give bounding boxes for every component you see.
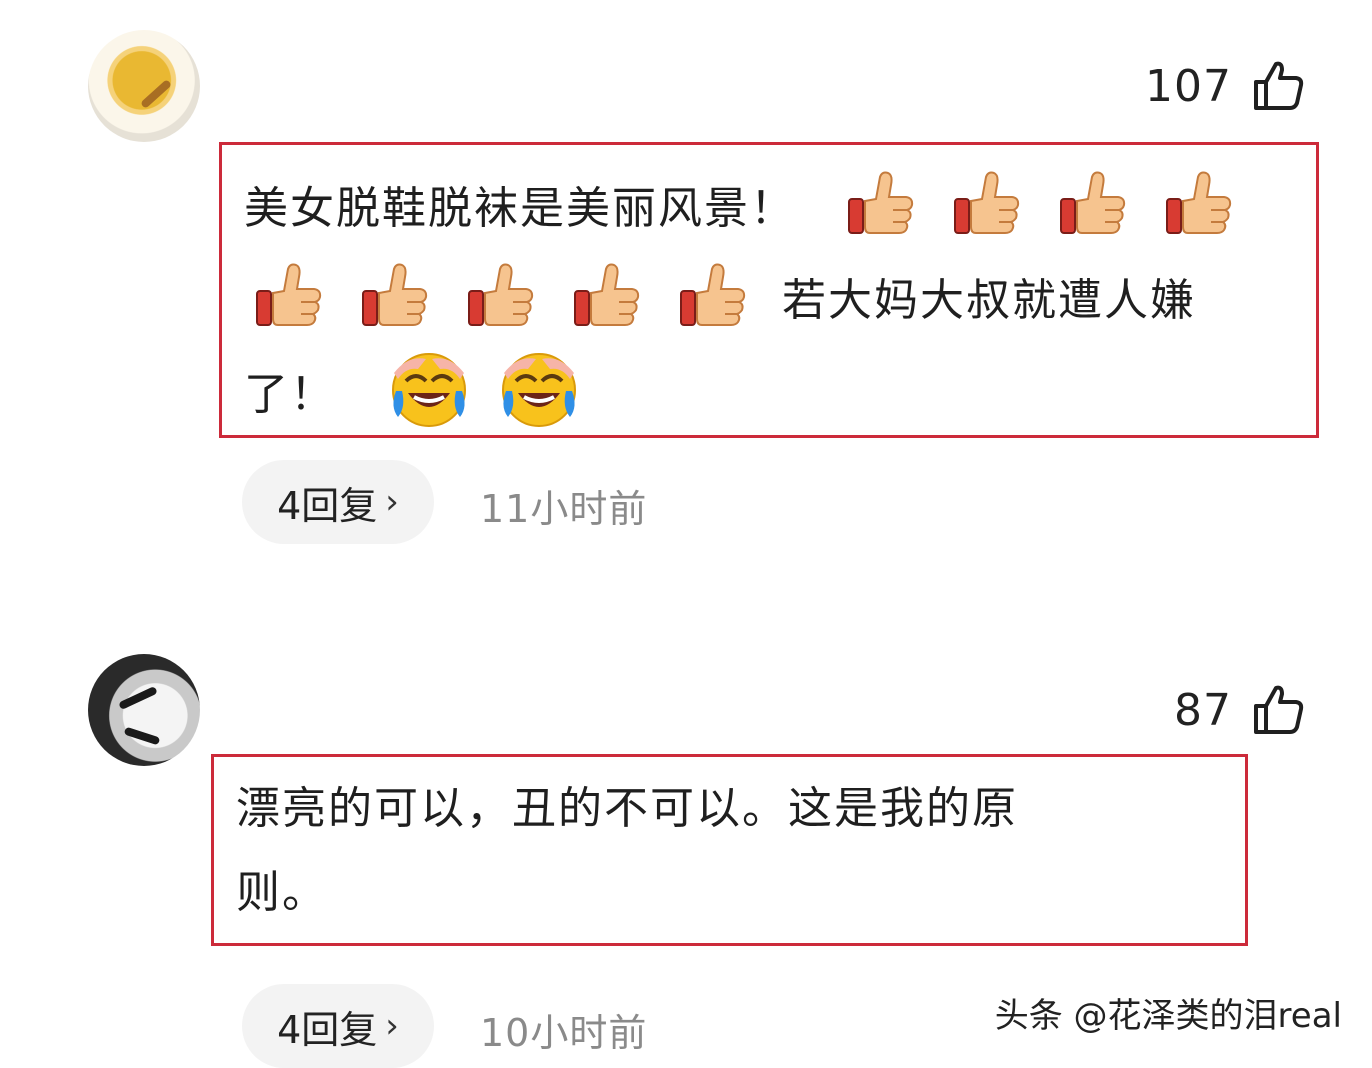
like-control[interactable]: 107 [1145, 58, 1306, 114]
timestamp: 11小时前 [480, 487, 648, 531]
comment-text: 美女脱鞋脱袜是美丽风景！ [244, 183, 796, 234]
timestamp: 10小时前 [480, 1011, 648, 1055]
like-count: 107 [1145, 60, 1232, 112]
replies-label: 4回复 [277, 483, 378, 528]
avatar-detail [118, 685, 158, 711]
like-control[interactable]: 87 [1174, 682, 1306, 738]
chevron-right-icon: › [385, 1006, 399, 1046]
like-count: 87 [1174, 684, 1232, 736]
thumbs-up-icon [1058, 169, 1128, 239]
thumbs-up-icon [466, 261, 536, 331]
laughing-crying-icon [388, 347, 470, 429]
avatar-detail [123, 726, 161, 746]
replies-button[interactable]: 4回复 › [242, 984, 434, 1068]
replies-label: 4回复 [277, 1007, 378, 1052]
avatar[interactable] [88, 30, 200, 142]
comment-text: 若大妈大叔就遭人嫌 [782, 275, 1196, 326]
replies-button[interactable]: 4回复 › [242, 460, 434, 544]
thumbs-up-icon [952, 169, 1022, 239]
comment-text: 了！ [244, 369, 336, 420]
comment-text: 则。 [236, 867, 328, 918]
comment-text-highlight: 漂亮的可以，丑的不可以。这是我的原 则。 [211, 754, 1248, 946]
thumbs-up-icon[interactable] [1250, 58, 1306, 114]
thumbs-up-icon [1164, 169, 1234, 239]
thumbs-up-icon[interactable] [1250, 682, 1306, 738]
avatar-spoon [139, 78, 173, 110]
thumbs-up-icon [360, 261, 430, 331]
thumbs-up-icon [678, 261, 748, 331]
comment-text: 漂亮的可以，丑的不可以。这是我的原 [236, 783, 1018, 834]
thumbs-up-icon [254, 261, 324, 331]
thumbs-up-icon [846, 169, 916, 239]
thumbs-up-icon [572, 261, 642, 331]
avatar[interactable] [88, 654, 200, 766]
laughing-crying-icon [498, 347, 580, 429]
comment-text-highlight: 美女脱鞋脱袜是美丽风景！ 若大妈大叔就遭人嫌 了！ [219, 142, 1319, 438]
chevron-right-icon: › [385, 482, 399, 522]
watermark: 头条 @花泽类的泪real [994, 996, 1342, 1036]
